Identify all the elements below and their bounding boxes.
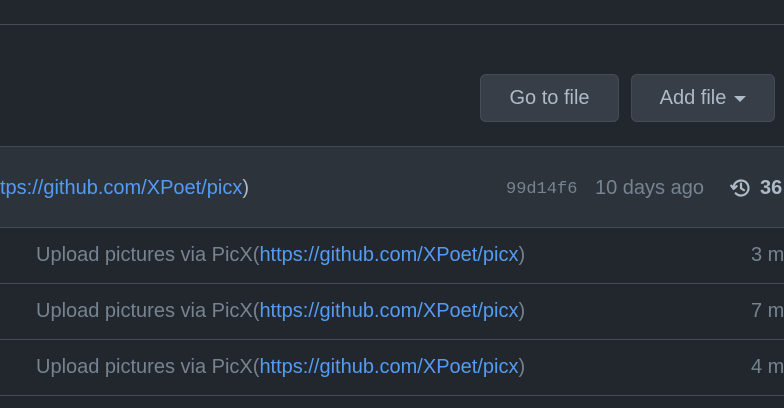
row-message-suffix: ) <box>518 300 526 322</box>
history-icon[interactable] <box>729 176 753 200</box>
latest-commit-message: tps://github.com/XPoet/picx) <box>0 177 249 200</box>
row-time: 3 m <box>751 244 784 266</box>
commit-time: 10 days ago <box>595 177 704 199</box>
row-commit-message: Upload pictures via PicX(https://github.… <box>36 300 525 323</box>
row-message-suffix: ) <box>518 356 526 378</box>
row-message-prefix: Upload pictures via PicX( <box>36 300 260 322</box>
commit-sha[interactable]: 99d14f6 <box>506 180 577 199</box>
row-message-link[interactable]: https://github.com/XPoet/picx <box>259 244 518 266</box>
go-to-file-label: Go to file <box>509 86 590 109</box>
row-commit-message: Upload pictures via PicX(https://github.… <box>36 356 525 379</box>
row-commit-message: Upload pictures via PicX(https://github.… <box>36 244 525 267</box>
row-message-prefix: Upload pictures via PicX( <box>36 356 260 378</box>
repo-tab-strip <box>0 0 784 25</box>
repo-file-browser: Go to file Add file tps://github.com/XPo… <box>0 0 784 408</box>
row-time: 4 m <box>751 356 784 378</box>
row-message-suffix: ) <box>518 244 526 266</box>
row-time: 7 m <box>751 300 784 322</box>
row-message-link[interactable]: https://github.com/XPoet/picx <box>259 300 518 322</box>
file-row[interactable]: Upload pictures via PicX(https://github.… <box>0 340 784 396</box>
file-row[interactable]: Upload pictures via PicX(https://github.… <box>0 228 784 284</box>
caret-down-icon <box>734 96 747 102</box>
row-message-link[interactable]: https://github.com/XPoet/picx <box>259 356 518 378</box>
row-message-prefix: Upload pictures via PicX( <box>36 244 260 266</box>
add-file-label: Add file <box>659 86 727 109</box>
go-to-file-button[interactable]: Go to file <box>480 74 619 122</box>
commit-count[interactable]: 36 <box>760 177 782 200</box>
file-row[interactable]: Upload pictures via PicX(https://github.… <box>0 284 784 340</box>
latest-commit-suffix: ) <box>242 177 250 199</box>
add-file-button[interactable]: Add file <box>631 74 775 122</box>
latest-commit-link[interactable]: tps://github.com/XPoet/picx <box>0 177 242 199</box>
